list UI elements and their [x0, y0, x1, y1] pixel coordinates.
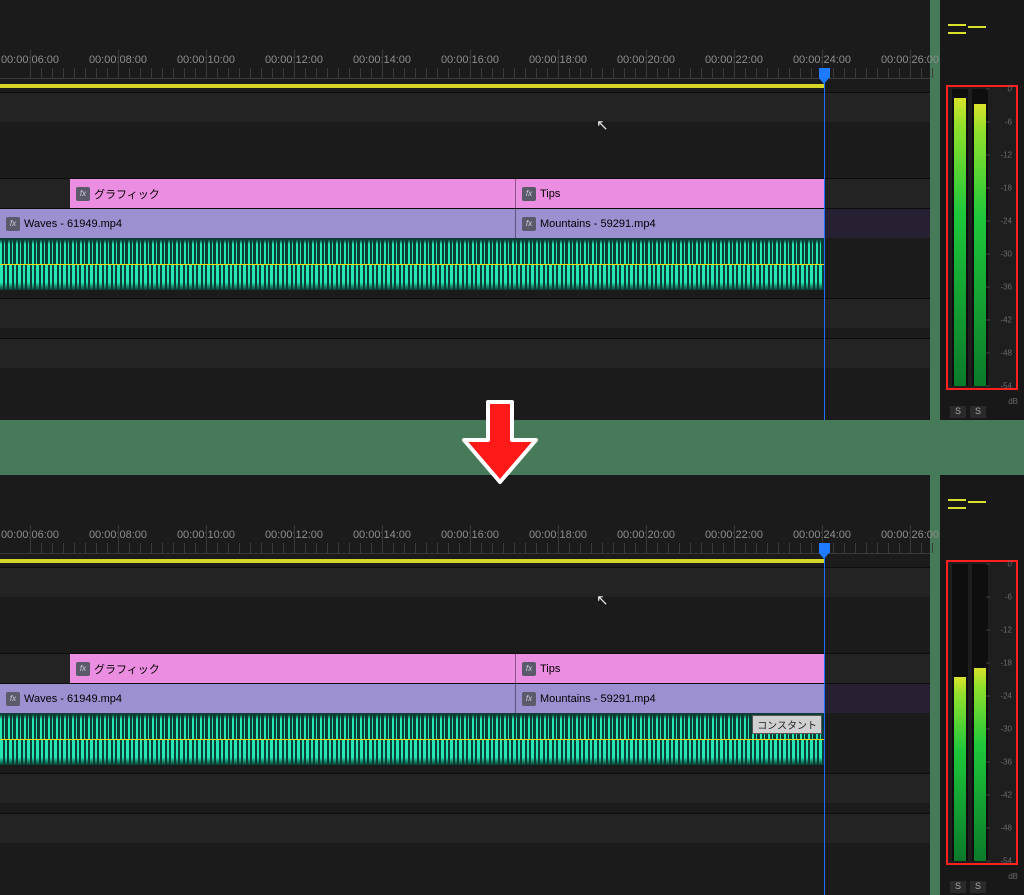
playhead[interactable] [824, 78, 825, 420]
video-track-empty[interactable] [0, 567, 930, 597]
meter-scale: 0-6-12-18-24-30-36-42-48-54 [992, 89, 1012, 386]
fx-icon: fx [76, 662, 90, 676]
clip-graphics-1[interactable]: fx グラフィック [70, 179, 515, 208]
timeline-before[interactable]: 00:00:06:0000:00:08:0000:00:10:0000:00:1… [0, 0, 930, 420]
fx-icon: fx [522, 187, 536, 201]
clip-label: Tips [540, 663, 560, 675]
playhead-handle[interactable] [819, 543, 830, 553]
fx-icon: fx [522, 692, 536, 706]
clip-label: Mountains - 59291.mp4 [540, 218, 656, 230]
clip-video-2[interactable]: fx Mountains - 59291.mp4 [515, 684, 824, 713]
meter-channel-r [972, 89, 988, 386]
empty-track[interactable] [0, 813, 930, 843]
audio-track[interactable] [0, 238, 824, 290]
playhead-handle[interactable] [819, 68, 830, 78]
video-track[interactable]: fx Waves - 61949.mp4 fx Mountains - 5929… [0, 683, 930, 713]
db-unit-label: dB [1008, 397, 1018, 406]
fx-icon: fx [522, 217, 536, 231]
work-area-bar[interactable] [0, 84, 824, 88]
audio-meter-before: 0-6-12-18-24-30-36-42-48-54 dB S S [940, 0, 1024, 420]
waveform [0, 713, 824, 765]
gain-line[interactable] [0, 264, 824, 265]
solo-button-l[interactable]: S [950, 406, 966, 418]
video-track-empty[interactable] [0, 92, 930, 122]
meter-box: 0-6-12-18-24-30-36-42-48-54 [946, 560, 1018, 865]
meter-scale: 0-6-12-18-24-30-36-42-48-54 [992, 564, 1012, 861]
clip-label: Waves - 61949.mp4 [24, 693, 122, 705]
waveform [0, 238, 824, 290]
clip-graphics-1[interactable]: fx グラフィック [70, 654, 515, 683]
clip-video-1[interactable]: fx Waves - 61949.mp4 [0, 209, 515, 238]
empty-track[interactable] [0, 773, 930, 803]
clip-label: Tips [540, 188, 560, 200]
fx-icon: fx [76, 187, 90, 201]
meter-box: 0-6-12-18-24-30-36-42-48-54 [946, 85, 1018, 390]
solo-button-r[interactable]: S [970, 406, 986, 418]
db-unit-label: dB [1008, 872, 1018, 881]
playhead[interactable] [824, 553, 825, 895]
empty-track[interactable] [0, 338, 930, 368]
audio-track[interactable]: コンスタント [0, 713, 824, 765]
fx-icon: fx [6, 692, 20, 706]
audio-meter-after: 0-6-12-18-24-30-36-42-48-54 dB S S [940, 475, 1024, 895]
graphics-track[interactable]: fx グラフィック fx Tips [0, 653, 930, 683]
solo-button-r[interactable]: S [970, 881, 986, 893]
meter-channel-l [952, 564, 968, 861]
meter-channel-r [972, 564, 988, 861]
graphics-track[interactable]: fx グラフィック fx Tips [0, 178, 930, 208]
audio-transition[interactable]: コンスタント [752, 715, 822, 734]
meter-channel-l [952, 89, 968, 386]
video-track[interactable]: fx Waves - 61949.mp4 fx Mountains - 5929… [0, 208, 930, 238]
work-area-bar[interactable] [0, 559, 824, 563]
down-arrow-icon [460, 400, 540, 485]
fx-icon: fx [522, 662, 536, 676]
clip-video-1[interactable]: fx Waves - 61949.mp4 [0, 684, 515, 713]
clip-label: グラフィック [94, 186, 160, 202]
cursor-icon: ↖ [596, 116, 609, 134]
clip-graphics-2[interactable]: fx Tips [515, 654, 824, 683]
gain-line[interactable] [0, 739, 824, 740]
clip-label: Waves - 61949.mp4 [24, 218, 122, 230]
solo-button-l[interactable]: S [950, 881, 966, 893]
clip-label: Mountains - 59291.mp4 [540, 693, 656, 705]
empty-track[interactable] [0, 298, 930, 328]
time-ruler[interactable]: 00:00:06:0000:00:08:0000:00:10:0000:00:1… [0, 50, 930, 78]
timeline-after[interactable]: 00:00:06:0000:00:08:0000:00:10:0000:00:1… [0, 475, 930, 895]
clip-label: グラフィック [94, 661, 160, 677]
cursor-icon: ↖ [596, 591, 609, 609]
time-ruler[interactable]: 00:00:06:0000:00:08:0000:00:10:0000:00:1… [0, 525, 930, 553]
clip-graphics-2[interactable]: fx Tips [515, 179, 824, 208]
clip-video-2[interactable]: fx Mountains - 59291.mp4 [515, 209, 824, 238]
fx-icon: fx [6, 217, 20, 231]
